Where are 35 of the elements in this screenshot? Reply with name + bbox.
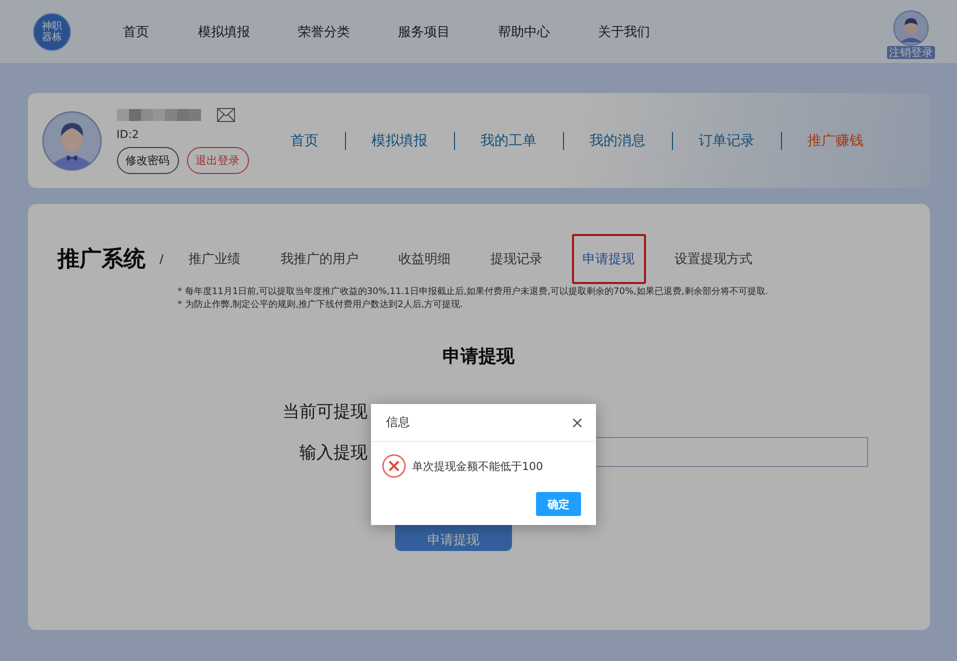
nav-link[interactable]: 帮助中心 [498, 22, 598, 40]
logo[interactable]: 神职 器栋 [33, 12, 71, 50]
section-title: 推广系统 [58, 246, 146, 274]
tab[interactable]: 设置提现方式 [664, 234, 764, 284]
account-button[interactable]: 退出登录 [186, 146, 248, 174]
nav-link[interactable]: 荣誉分类 [298, 22, 398, 40]
tab[interactable]: 推广业绩 [178, 234, 252, 284]
dialog-message: 单次提现金额不能低于100 [412, 458, 543, 474]
profile-nav-link[interactable]: 我的工单 [454, 132, 562, 150]
profile-nav-link[interactable]: 订单记录 [672, 132, 780, 150]
avatar-icon [42, 110, 102, 170]
profile-nav-link[interactable]: 首页 [290, 132, 344, 150]
form-heading: 申请提现 [442, 345, 516, 368]
profile-nav-link[interactable]: 模拟填报 [346, 132, 454, 150]
user-id: ID:2 [116, 128, 140, 140]
account-button[interactable]: 修改密码 [116, 146, 178, 174]
tab[interactable]: 提现记录 [480, 234, 554, 284]
error-icon [382, 454, 406, 478]
profile-nav-link[interactable]: 我的消息 [564, 132, 672, 150]
nav-link[interactable]: 关于我们 [598, 22, 698, 40]
tab[interactable]: 申请提现 [572, 234, 646, 284]
breadcrumb-separator: / [160, 252, 164, 266]
nav-link[interactable]: 服务项目 [398, 22, 498, 40]
close-button[interactable]: × [570, 414, 584, 430]
nav-link[interactable]: 模拟填报 [198, 22, 298, 40]
dialog-title: 信息 [386, 414, 410, 431]
avatar-icon[interactable] [893, 10, 929, 46]
tab[interactable]: 我推广的用户 [270, 234, 370, 284]
mail-icon[interactable] [216, 108, 234, 122]
form-label: 当前可提现 [282, 401, 368, 423]
nav-link[interactable]: 首页 [123, 22, 198, 40]
note-text: * 每年度11月1日前,可以提取当年度推广收益的30%,11.1日申报截止后,如果付费用户未退费,可以提取剩余的70%,如果已退费,剩余部分将不可提取. [178, 286, 770, 299]
form-label: 输入提现 [300, 442, 368, 464]
tab[interactable]: 收益明细 [388, 234, 462, 284]
note-text: * 为防止作弊,制定公平的规则,推广下线付费用户数达到2人后,方可提现. [178, 299, 464, 312]
